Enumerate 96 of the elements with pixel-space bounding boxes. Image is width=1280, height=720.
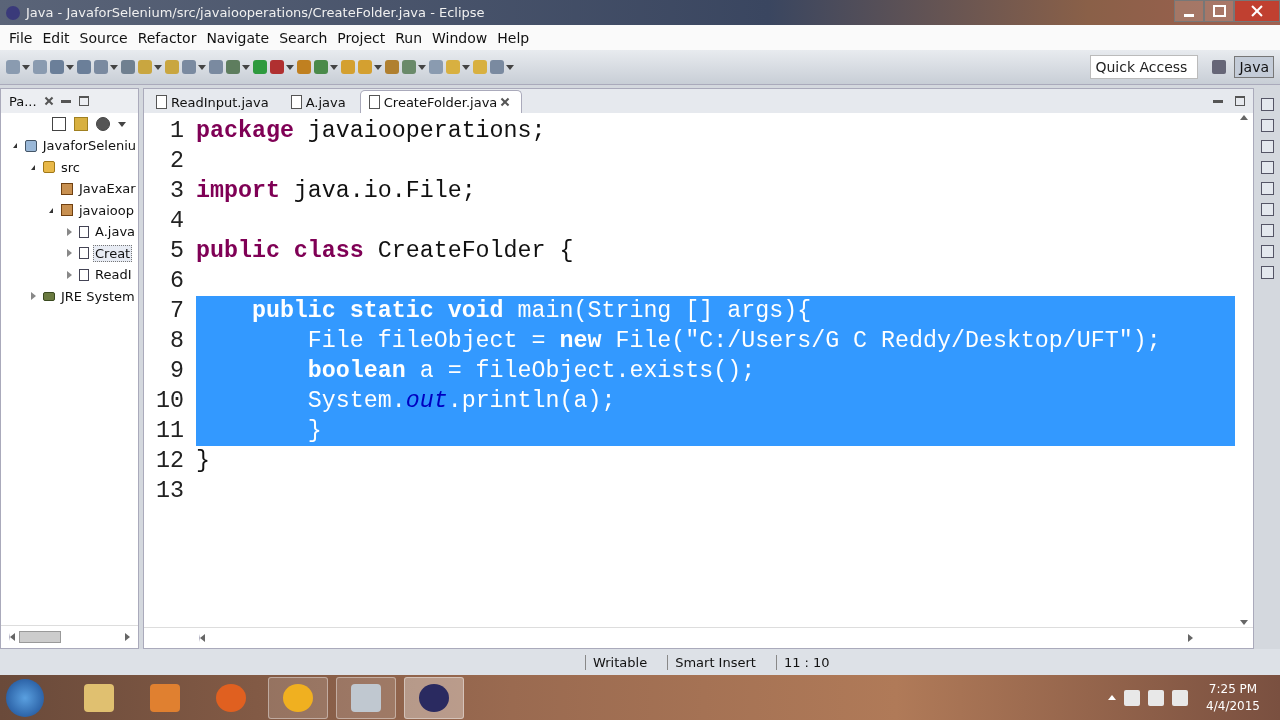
app-icon	[6, 5, 20, 20]
minimize-icon[interactable]	[1213, 99, 1223, 103]
expand-arrow-icon[interactable]	[67, 270, 72, 279]
close-icon[interactable]	[44, 97, 53, 105]
collapse-arrow-icon[interactable]	[31, 164, 35, 170]
quick-access-field[interactable]: Quick Access	[1090, 55, 1199, 79]
status-item: Smart Insert	[667, 654, 776, 670]
view-icon[interactable]	[1260, 266, 1274, 279]
collapse-arrow-icon[interactable]	[49, 207, 53, 213]
code-line: package javaiooperations;	[196, 117, 547, 146]
menu-item[interactable]: Refactor	[132, 29, 202, 46]
java-file-icon	[290, 95, 302, 109]
view-icon[interactable]	[1260, 98, 1274, 111]
scroll-right-icon[interactable]	[125, 633, 130, 641]
package-icon	[61, 204, 73, 217]
view-icon[interactable]	[1260, 224, 1274, 237]
tree-item[interactable]: JRE System	[59, 287, 137, 305]
editor-tab[interactable]: ReadInput.java	[148, 91, 281, 113]
clock-date: 4/4/2015	[1206, 697, 1260, 715]
code-line: import java.io.File;	[196, 177, 477, 206]
tree-item[interactable]: JavaExar	[77, 180, 138, 198]
menu-item[interactable]: Source	[74, 29, 133, 46]
status-item: Writable	[585, 654, 668, 670]
maximize-icon[interactable]	[1235, 96, 1245, 106]
minimize-icon[interactable]	[60, 99, 71, 103]
code-line: public class CreateFolder {	[196, 237, 575, 266]
editor-tab[interactable]: A.java	[282, 91, 358, 113]
open-perspective-icon[interactable]	[1212, 60, 1227, 74]
perspective-button[interactable]: Java	[1234, 56, 1274, 78]
close-icon[interactable]	[501, 98, 510, 106]
start-button[interactable]	[6, 678, 44, 717]
minimize-button[interactable]	[1174, 0, 1204, 22]
show-hidden-icons[interactable]	[1108, 695, 1117, 700]
java-file-icon	[79, 225, 89, 238]
line-number: 4	[169, 208, 185, 234]
menu-item[interactable]: Search	[274, 29, 333, 46]
scroll-up-icon[interactable]	[1240, 115, 1248, 120]
collapse-arrow-icon[interactable]	[13, 143, 17, 149]
line-number: 6	[169, 268, 185, 294]
clock-time: 7:25 PM	[1208, 680, 1258, 698]
line-number: 13	[155, 478, 185, 504]
editor-tab[interactable]: CreateFolder.java	[359, 90, 523, 113]
menu-item[interactable]: File	[4, 29, 38, 46]
window-title: Java - JavaforSelenium/src/javaiooperations/CreateFolder.java - Eclipse	[26, 5, 485, 20]
view-icon[interactable]	[1260, 140, 1274, 153]
menu-item[interactable]: Window	[427, 29, 493, 46]
package-icon	[61, 182, 73, 195]
menu-item[interactable]: Project	[332, 29, 391, 46]
focus-icon[interactable]	[96, 117, 110, 131]
tree-item[interactable]: ReadI	[93, 266, 134, 284]
collapse-all-icon[interactable]	[52, 117, 66, 131]
view-menu-icon[interactable]	[118, 121, 126, 127]
menu-item[interactable]: Navigate	[201, 29, 275, 46]
maximize-button[interactable]	[1204, 0, 1234, 22]
line-number: 10	[155, 388, 185, 414]
tree-item[interactable]: A.java	[93, 223, 138, 241]
scroll-down-icon[interactable]	[1240, 620, 1248, 625]
view-icon[interactable]	[1260, 245, 1274, 258]
expand-arrow-icon[interactable]	[67, 227, 72, 236]
java-file-icon	[156, 95, 167, 109]
project-folder-icon	[25, 139, 37, 152]
view-icon[interactable]	[1260, 203, 1274, 216]
java-file-icon	[79, 268, 89, 281]
tree-item[interactable]: src	[59, 158, 82, 176]
tree-item[interactable]: Creat	[93, 244, 133, 262]
line-number: 12	[155, 448, 185, 474]
line-number: 5	[169, 238, 185, 264]
expand-arrow-icon[interactable]	[31, 292, 36, 301]
view-icon[interactable]	[1260, 161, 1274, 174]
line-number: 3	[169, 178, 185, 204]
maximize-icon[interactable]	[78, 96, 89, 106]
menu-item[interactable]: Run	[390, 29, 428, 46]
java-file-icon	[79, 247, 89, 260]
menu-item[interactable]: Help	[492, 29, 535, 46]
tree-item[interactable]: JavaforSeleniu	[40, 137, 138, 155]
view-icon[interactable]	[1260, 182, 1274, 195]
line-number: 11	[155, 418, 185, 444]
code-line: }	[196, 447, 211, 476]
package-explorer-tab[interactable]: Pa...	[9, 93, 37, 109]
line-number: 7	[169, 298, 185, 324]
status-item: 11 : 10	[775, 654, 850, 670]
close-button[interactable]	[1234, 0, 1280, 22]
expand-arrow-icon[interactable]	[67, 249, 72, 258]
scroll-right-icon[interactable]	[1188, 634, 1193, 642]
menu-item[interactable]: Edit	[37, 29, 75, 46]
java-file-icon	[368, 95, 380, 109]
scrollbar-thumb[interactable]	[19, 631, 61, 643]
scroll-left-icon[interactable]	[199, 634, 205, 642]
line-number: 1	[169, 118, 185, 144]
line-number: 2	[169, 148, 185, 174]
library-icon	[43, 291, 55, 301]
line-number: 9	[169, 358, 185, 384]
tree-item[interactable]: javaioop	[77, 201, 136, 219]
view-icon[interactable]	[1260, 119, 1274, 132]
dropdown-caret-icon[interactable]	[506, 64, 514, 70]
line-number: 8	[169, 328, 185, 354]
